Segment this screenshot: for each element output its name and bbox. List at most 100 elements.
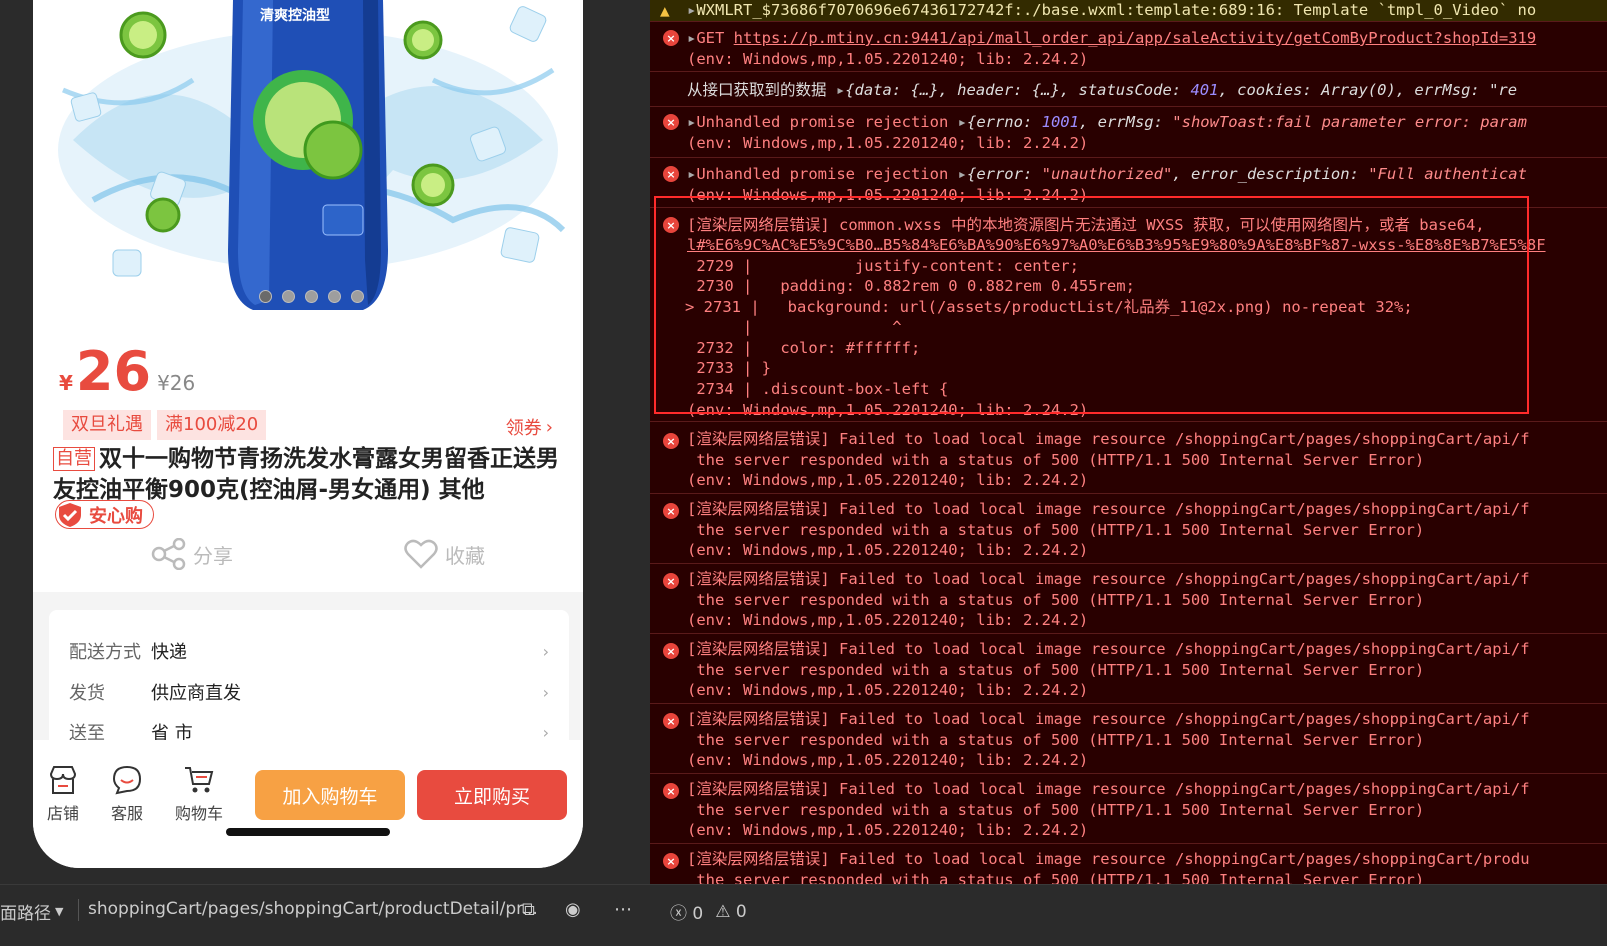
cart-label: 购物车: [175, 804, 224, 823]
log-message: Unhandled promise rejection: [696, 165, 958, 183]
expand-triangle-icon[interactable]: ▸: [958, 165, 967, 183]
carousel-dot[interactable]: [328, 290, 341, 303]
log-message: [渲染层网络层错误] Failed to load local image re…: [687, 780, 1530, 798]
expand-triangle-icon[interactable]: ▸: [687, 113, 696, 131]
get-coupon-link[interactable]: 领券 ›: [506, 414, 553, 440]
error-icon: ×: [663, 166, 679, 182]
console-status-bar: ⓧ 0 ⚠ 0: [650, 884, 1607, 946]
promo-tag: 满100减20: [157, 410, 267, 440]
chevron-right-icon: ›: [545, 416, 553, 438]
share-favorite-row: 分享 收藏: [33, 536, 583, 576]
log-text: ▸GET https://p.mtiny.cn:9441/api/mall_or…: [687, 28, 1536, 48]
carousel-indicator: [259, 290, 364, 303]
info-value: 快递: [151, 642, 187, 663]
log-env: (env: Windows,mp,1.05.2201240; lib: 2.24…: [687, 751, 1089, 769]
expand-triangle-icon[interactable]: ▸: [687, 1, 696, 19]
console-info-row[interactable]: 从接口获取到的数据 ▸{data: {…}, header: {…}, stat…: [650, 73, 1607, 107]
warning-count: ⚠ 0: [715, 902, 746, 922]
log-object: {data: {…}, header: {…}, statusCode:: [845, 81, 1191, 99]
phone-screen: 清爽控油型 ¥ 26 ¥26 双旦礼遇 满100减20 领券 › 自营 双十一购物…: [33, 0, 583, 868]
console-panel: ▲ ▸WXMLRT_$73686f7070696e67436172742f:./…: [650, 0, 1607, 884]
log-message: [渲染层网络层错误] Failed to load local image re…: [687, 710, 1530, 728]
store-icon: [49, 766, 77, 794]
log-env: (env: Windows,mp,1.05.2201240; lib: 2.24…: [687, 821, 1089, 839]
log-message: the server responded with a status of 50…: [687, 871, 1425, 884]
log-message: the server responded with a status of 50…: [687, 521, 1425, 539]
log-env: (env: Windows,mp,1.05.2201240; lib: 2.24…: [687, 471, 1089, 489]
shopping-cart-icon: [185, 767, 214, 793]
console-error-row[interactable]: × ▸Unhandled promise rejection ▸{errno: …: [650, 108, 1607, 158]
log-text: ▸Unhandled promise rejection ▸{errno: 10…: [687, 112, 1527, 132]
expand-triangle-icon[interactable]: ▸: [958, 113, 967, 131]
console-error-row[interactable]: × [渲染层网络层错误] Failed to load local image …: [650, 424, 1607, 494]
console-error-row[interactable]: × [渲染层网络层错误] Failed to load local image …: [650, 774, 1607, 844]
log-message: 从接口获取到的数据: [687, 81, 836, 99]
log-message: GET: [696, 29, 734, 47]
delivery-info-card: 配送方式 快递 › 发货 供应商直发 › 送至 省 市 ›: [49, 610, 569, 750]
error-icon: ×: [663, 713, 679, 729]
favorite-label: 收藏: [445, 543, 485, 568]
service-label: 客服: [111, 804, 144, 823]
anxin-label: 安心购: [89, 505, 143, 527]
chevron-right-icon: ›: [542, 641, 549, 661]
log-object: , error_description:: [1172, 165, 1369, 183]
log-message: the server responded with a status of 50…: [687, 451, 1425, 469]
info-row-delivery-method[interactable]: 配送方式 快递 ›: [69, 636, 549, 666]
log-text: 从接口获取到的数据 ▸{data: {…}, header: {…}, stat…: [687, 80, 1517, 100]
info-value: 供应商直发: [151, 683, 241, 704]
more-icon[interactable]: ⋯: [614, 899, 632, 920]
page-path-dropdown[interactable]: 面路径 ▼: [0, 899, 63, 924]
console-error-row[interactable]: × ▸GET https://p.mtiny.cn:9441/api/mall_…: [650, 24, 1607, 72]
error-icon: ×: [663, 30, 679, 46]
error-count-value: 0: [692, 904, 704, 924]
console-warning-row[interactable]: ▲ ▸WXMLRT_$73686f7070696e67436172742f:./…: [650, 0, 1607, 22]
carousel-dot[interactable]: [259, 290, 272, 303]
add-to-cart-button[interactable]: 加入购物车: [255, 770, 405, 820]
log-message: [渲染层网络层错误] Failed to load local image re…: [687, 850, 1530, 868]
carousel-dot[interactable]: [282, 290, 295, 303]
caret-down-icon: ▼: [55, 905, 64, 918]
error-icon: ×: [663, 573, 679, 589]
buy-now-button[interactable]: 立即购买: [417, 770, 567, 820]
heart-icon: [404, 539, 438, 569]
cart-nav-button[interactable]: 购物车: [175, 764, 223, 824]
product-title-text: 双十一购物节青扬洗发水膏露女男留香正送男友控油平衡900克(控油屑-男女通用) …: [53, 446, 559, 503]
request-url-link[interactable]: https://p.mtiny.cn:9441/api/mall_order_a…: [734, 29, 1537, 47]
share-icon: [151, 538, 186, 570]
console-counts[interactable]: ⓧ 0 ⚠ 0: [670, 899, 747, 925]
price-value: 26: [75, 340, 152, 403]
log-env: (env: Windows,mp,1.05.2201240; lib: 2.24…: [687, 134, 1089, 152]
chat-icon: [112, 765, 142, 795]
divider: [78, 899, 79, 921]
warning-count-value: 0: [735, 901, 747, 922]
store-button[interactable]: 店铺: [47, 764, 79, 824]
console-error-row[interactable]: × [渲染层网络层错误] Failed to load local image …: [650, 494, 1607, 564]
log-text: ▸WXMLRT_$73686f7070696e67436172742f:./ba…: [687, 0, 1536, 20]
error-icon: ×: [663, 783, 679, 799]
log-number: 401: [1190, 81, 1219, 99]
console-error-row[interactable]: × [渲染层网络层错误] Failed to load local image …: [650, 564, 1607, 634]
console-error-row[interactable]: × [渲染层网络层错误] Failed to load local image …: [650, 704, 1607, 774]
copy-icon[interactable]: ⧉: [522, 899, 535, 920]
console-error-row[interactable]: × [渲染层网络层错误] Failed to load local image …: [650, 634, 1607, 704]
original-price: ¥26: [157, 371, 196, 395]
customer-service-button[interactable]: 客服: [111, 764, 143, 824]
carousel-dot[interactable]: [351, 290, 364, 303]
error-icon: ×: [663, 643, 679, 659]
info-row-shipping[interactable]: 发货 供应商直发 ›: [69, 677, 549, 707]
favorite-button[interactable]: 收藏: [403, 538, 485, 570]
log-message: the server responded with a status of 50…: [687, 591, 1425, 609]
product-image[interactable]: 清爽控油型: [33, 0, 583, 320]
simulator-panel: 清爽控油型 ¥ 26 ¥26 双旦礼遇 满100减20 领券 › 自营 双十一购物…: [0, 0, 650, 884]
console-error-row[interactable]: × [渲染层网络层错误] Failed to load local image …: [650, 844, 1607, 884]
share-button[interactable]: 分享: [151, 538, 233, 570]
eye-icon[interactable]: ◉: [565, 899, 581, 920]
expand-triangle-icon[interactable]: ▸: [836, 81, 845, 99]
log-message: WXMLRT_$73686f7070696e67436172742f:./bas…: [696, 1, 1537, 19]
carousel-dot[interactable]: [305, 290, 318, 303]
expand-triangle-icon[interactable]: ▸: [687, 29, 696, 47]
chevron-right-icon: ›: [542, 722, 549, 742]
promo-tag: 双旦礼遇: [63, 410, 151, 440]
expand-triangle-icon[interactable]: ▸: [687, 165, 696, 183]
page-path-label: 面路径: [0, 904, 51, 924]
